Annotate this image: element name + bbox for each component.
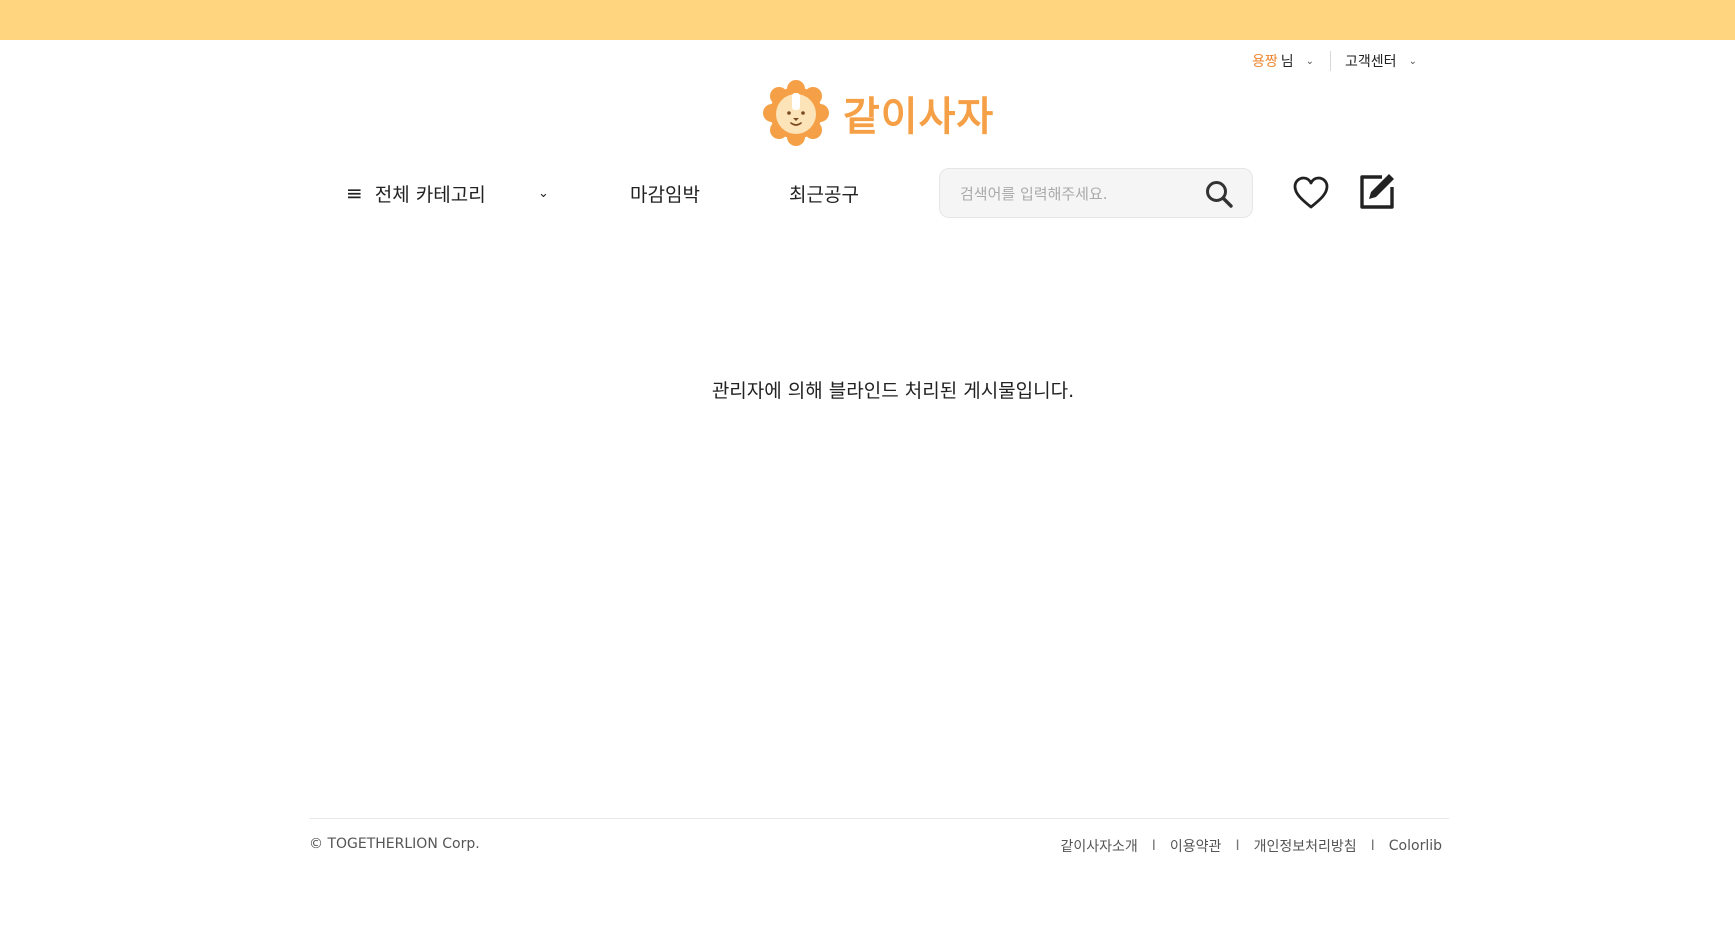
all-categories-label: 전체 카테고리 bbox=[374, 183, 486, 206]
username-suffix: 님 bbox=[1280, 54, 1294, 70]
footer-divider bbox=[309, 818, 1449, 819]
search-input[interactable] bbox=[958, 181, 1178, 207]
search-icon[interactable] bbox=[1204, 179, 1234, 209]
chevron-down-icon: ⌄ bbox=[1408, 55, 1417, 67]
copyright-text: © TOGETHERLION Corp. bbox=[309, 836, 480, 852]
nav-recent-link[interactable]: 최근공구 bbox=[789, 168, 859, 218]
chevron-down-icon: ⌄ bbox=[1305, 55, 1315, 67]
footer-link-colorlib[interactable]: Colorlib bbox=[1389, 838, 1442, 854]
footer-separator: I bbox=[1151, 838, 1156, 854]
site-logo[interactable]: 같이사자 bbox=[763, 80, 994, 146]
logo-text: 같이사자 bbox=[843, 94, 995, 140]
customer-center-menu[interactable]: 고객센터 ⌄ bbox=[1345, 51, 1417, 71]
footer-link-about[interactable]: 같이사자소개 bbox=[1061, 836, 1138, 856]
customer-center-label: 고객센터 bbox=[1345, 54, 1397, 70]
menu-icon: ≡ bbox=[346, 181, 363, 205]
footer-links: 같이사자소개 I 이용약관 I 개인정보처리방침 I Colorlib bbox=[1061, 836, 1443, 856]
user-menu: 용짱 님 ⌄ 고객센터 ⌄ bbox=[1252, 50, 1417, 72]
lion-logo-icon bbox=[763, 80, 829, 146]
nav-deadline-link[interactable]: 마감임박 bbox=[630, 168, 700, 218]
edit-icon[interactable] bbox=[1358, 172, 1396, 210]
blind-notice-message: 관리자에 의해 블라인드 처리된 게시물입니다. bbox=[711, 380, 1075, 402]
chevron-down-icon: ⌄ bbox=[538, 185, 549, 201]
footer-separator: I bbox=[1370, 838, 1375, 854]
main-nav: ≡ 전체 카테고리 ⌄ 마감임박 최근공구 bbox=[346, 168, 1396, 218]
username: 용짱 bbox=[1252, 54, 1278, 70]
top-banner-bar bbox=[0, 0, 1735, 40]
heart-icon[interactable] bbox=[1292, 174, 1330, 212]
user-account-menu[interactable]: 용짱 님 ⌄ bbox=[1252, 51, 1314, 71]
user-menu-divider bbox=[1330, 51, 1332, 71]
footer-link-terms[interactable]: 이용약관 bbox=[1170, 836, 1222, 856]
all-categories-button[interactable]: ≡ 전체 카테고리 ⌄ bbox=[346, 168, 556, 218]
footer-separator: I bbox=[1235, 838, 1240, 854]
search-box bbox=[939, 168, 1253, 218]
footer-link-privacy[interactable]: 개인정보처리방침 bbox=[1254, 836, 1357, 856]
